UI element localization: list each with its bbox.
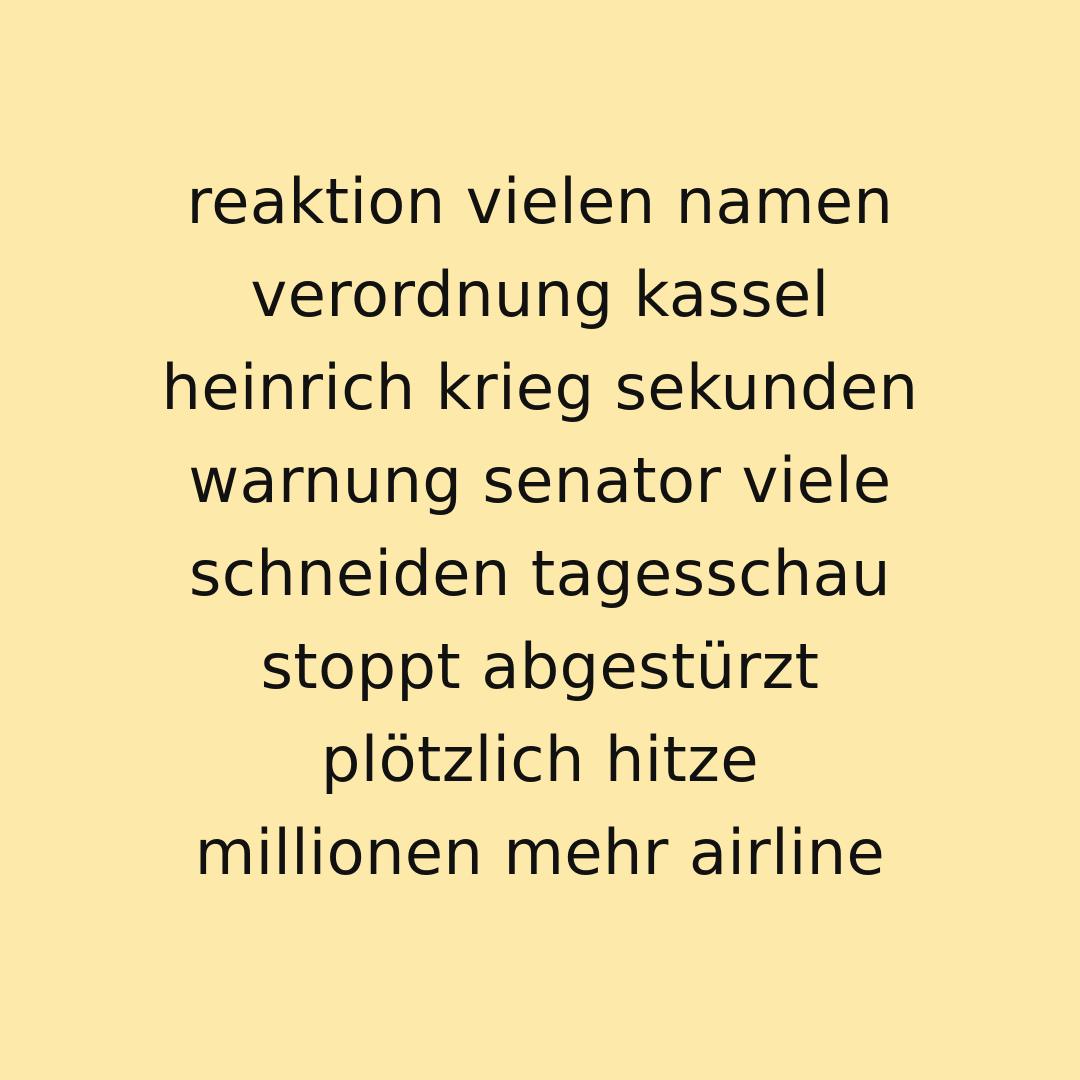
text-line-7: plötzlich hitze bbox=[321, 723, 759, 796]
text-line-5: schneiden tagesschau bbox=[189, 537, 891, 610]
text-line-2: verordnung kassel bbox=[250, 258, 830, 331]
text-line-1: reaktion vielen namen bbox=[186, 165, 894, 238]
text-line-6: stoppt abgestürzt bbox=[260, 630, 820, 703]
text-line-8: millionen mehr airline bbox=[194, 816, 886, 889]
poster-canvas: reaktion vielen namen verordnung kassel … bbox=[0, 0, 1080, 1080]
text-line-3: heinrich krieg sekunden bbox=[161, 351, 919, 424]
word-list: reaktion vielen namen verordnung kassel … bbox=[0, 155, 1080, 899]
text-line-4: warnung senator viele bbox=[188, 444, 892, 517]
